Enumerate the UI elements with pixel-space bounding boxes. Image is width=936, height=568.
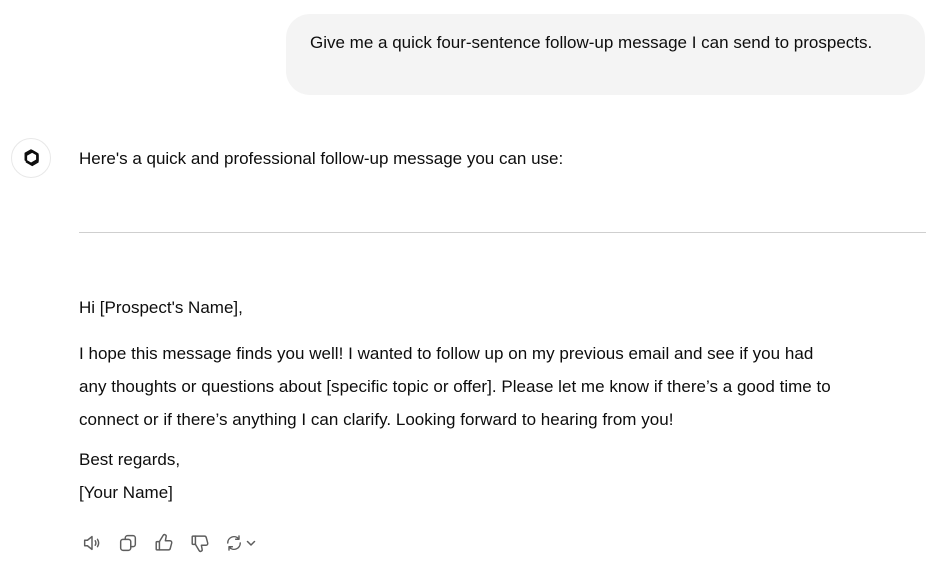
good-response-button[interactable]: [150, 529, 178, 557]
divider: [79, 232, 926, 233]
read-aloud-button[interactable]: [78, 529, 106, 557]
draft-body-line: I hope this message finds you well! I wa…: [79, 344, 814, 363]
draft-greeting: Hi [Prospect's Name],: [79, 298, 243, 317]
bad-response-button[interactable]: [186, 529, 214, 557]
copy-button[interactable]: [114, 529, 142, 557]
openai-logo-icon: [24, 149, 39, 167]
speaker-icon: [83, 535, 100, 551]
assistant-intro: Here's a quick and professional follow-u…: [79, 149, 564, 168]
regenerate-button[interactable]: [222, 529, 258, 557]
draft-body-line: any thoughts or questions about [specifi…: [79, 377, 831, 396]
thumbs-up-icon: [155, 533, 173, 551]
refresh-icon: [226, 535, 241, 551]
user-message-bubble: Give me a quick four-sentence follow-up …: [286, 14, 925, 95]
draft-signoff: Best regards,: [79, 450, 181, 469]
chevron-down-icon: [246, 540, 255, 546]
message-actions: [78, 529, 258, 557]
assistant-avatar: [11, 138, 51, 178]
user-message-text: Give me a quick four-sentence follow-up …: [310, 33, 873, 52]
draft-signature: [Your Name]: [79, 483, 173, 502]
draft-body: I hope this message finds you well! I wa…: [79, 337, 935, 436]
copy-icon: [119, 534, 137, 552]
draft-body-line: connect or if there’s anything I can cla…: [79, 410, 674, 429]
thumbs-down-icon: [191, 535, 209, 553]
